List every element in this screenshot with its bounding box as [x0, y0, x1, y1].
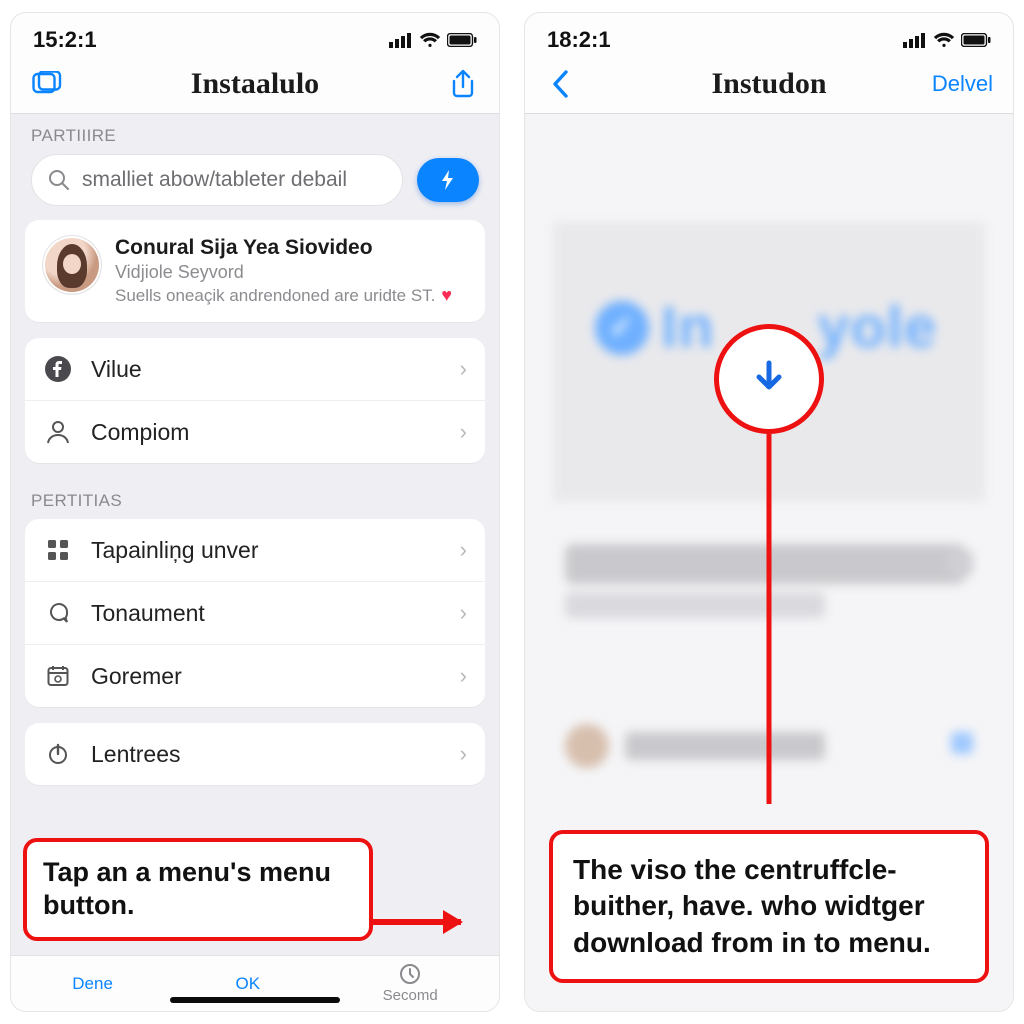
calendar-icon [43, 661, 73, 691]
annotation-connector [767, 434, 772, 804]
heart-icon: ♥ [441, 285, 452, 306]
status-bar: 15:2:1 [11, 13, 499, 57]
toolbar-left-button[interactable]: Dene [72, 974, 113, 994]
home-indicator [170, 997, 340, 1003]
list-group-1: Vilue › Compiom › [25, 338, 485, 463]
cellular-icon [903, 32, 927, 48]
list-item[interactable]: Tonaument › [25, 581, 485, 644]
status-time: 15:2:1 [33, 27, 97, 53]
right-body: ✓ In yole The viso the centruffcle-buith… [525, 114, 1013, 1011]
avatar [43, 236, 101, 294]
profile-card[interactable]: Conural Sija Yea Siovideo Vidjiole Seyvo… [25, 220, 485, 322]
chevron-right-icon: › [460, 663, 467, 689]
search-input[interactable]: smalliet abow/tableter debail [31, 154, 403, 206]
row-label: Tapainliņg unver [91, 537, 442, 564]
chevron-right-icon: › [460, 419, 467, 445]
share-icon[interactable] [447, 68, 479, 100]
status-indicators [389, 32, 477, 48]
toolbar-right-button[interactable]: Secomd [383, 963, 438, 1004]
app-title: Instaalulo [191, 67, 319, 101]
toolbar-mid-button[interactable]: OK [236, 974, 261, 994]
left-body: PARTIIIRE smalliet abow/tableter debail … [11, 114, 499, 1011]
toolbar-right-label: Secomd [383, 987, 438, 1004]
chevron-right-icon: › [460, 356, 467, 382]
clock-icon [399, 963, 421, 985]
row-label: Compiom [91, 419, 442, 446]
section-label-1: PARTIIIRE [11, 114, 499, 154]
person-icon [43, 417, 73, 447]
annotation-callout-right: The viso the centruffcle-buither, have. … [549, 830, 989, 983]
nav-bar: Instudon Delvel [525, 57, 1013, 113]
wifi-icon [419, 32, 441, 48]
list-group-3: Lentrees › [25, 723, 485, 785]
list-item[interactable]: Compiom › [25, 400, 485, 463]
profile-desc: Suells oneaçik andrendoned are uridte ST… [115, 286, 435, 306]
bolt-icon [439, 169, 457, 191]
status-time: 18:2:1 [547, 27, 611, 53]
nav-bar: Instaalulo [11, 57, 499, 113]
chevron-right-icon: › [460, 537, 467, 563]
section-label-2: PERTITIAS [11, 479, 499, 519]
profile-subtitle: Vidjiole Seyvord [115, 262, 467, 283]
list-item[interactable]: Goremer › [25, 644, 485, 707]
profile-title: Conural Sija Yea Siovideo [115, 236, 467, 260]
download-button[interactable] [714, 324, 824, 434]
row-label: Goremer [91, 663, 442, 690]
nav-action-button[interactable]: Delvel [932, 71, 993, 97]
battery-icon [447, 33, 477, 47]
phone-right: 18:2:1 Instudon Delvel ✓ [524, 12, 1014, 1012]
row-label: Tonaument [91, 600, 442, 627]
status-bar: 18:2:1 [525, 13, 1013, 57]
search-icon [48, 169, 70, 191]
status-indicators [903, 32, 991, 48]
list-group-2: Tapainliņg unver › Tonaument › Goremer › [25, 519, 485, 707]
list-item[interactable]: Tapainliņg unver › [25, 519, 485, 581]
row-label: Vilue [91, 356, 442, 383]
wifi-icon [933, 32, 955, 48]
tab-icon[interactable] [31, 68, 63, 100]
chevron-right-icon: › [460, 741, 467, 767]
app-title: Instudon [711, 67, 826, 101]
phone-left: 15:2:1 Instaalulo PARTIIIRE [10, 12, 500, 1012]
row-label: Lentrees [91, 741, 442, 768]
annotation-arrow [371, 919, 461, 925]
grid-icon [43, 535, 73, 565]
cellular-icon [389, 32, 413, 48]
back-button[interactable] [545, 68, 577, 100]
facebook-icon [43, 354, 73, 384]
comment-icon [43, 598, 73, 628]
list-item[interactable]: Lentrees › [25, 723, 485, 785]
chevron-right-icon: › [460, 600, 467, 626]
annotation-callout-left: Tap an a menu's menu button. [23, 838, 373, 942]
search-submit-button[interactable] [417, 158, 479, 202]
download-icon [752, 359, 786, 399]
power-icon [43, 739, 73, 769]
list-item[interactable]: Vilue › [25, 338, 485, 400]
search-placeholder: smalliet abow/tableter debail [82, 168, 347, 192]
battery-icon [961, 33, 991, 47]
